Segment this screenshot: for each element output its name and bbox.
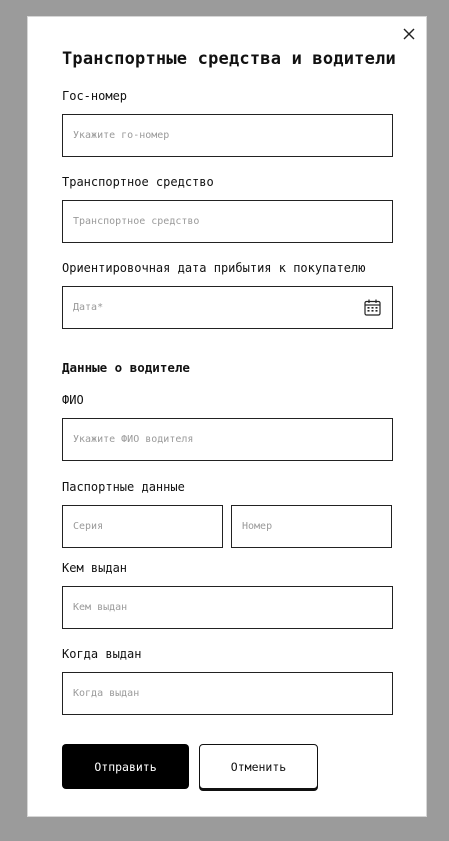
vehicle-label: Транспортное средство <box>62 175 214 189</box>
issued-date-field[interactable] <box>62 672 393 715</box>
passport-number-field[interactable] <box>231 505 392 548</box>
passport-number-input[interactable] <box>232 506 391 547</box>
driver-section-title: Данные о водителе <box>62 360 190 375</box>
issued-date-label: Когда выдан <box>62 647 142 661</box>
arrival-date-label: Ориентировочная дата прибытия к покупате… <box>62 261 366 275</box>
vehicle-input[interactable] <box>63 201 392 242</box>
vehicles-drivers-modal: Транспортные средства и водители Гос-ном… <box>27 16 427 817</box>
passport-series-input[interactable] <box>63 506 222 547</box>
passport-series-field[interactable] <box>62 505 223 548</box>
vehicle-field[interactable] <box>62 200 393 243</box>
issued-by-input[interactable] <box>63 587 392 628</box>
calendar-icon[interactable] <box>364 299 381 316</box>
issued-by-field[interactable] <box>62 586 393 629</box>
passport-label: Паспортные данные <box>62 480 185 494</box>
driver-name-label: ФИО <box>62 393 84 407</box>
driver-name-field[interactable] <box>62 418 393 461</box>
close-icon[interactable] <box>402 27 416 41</box>
arrival-date-field[interactable] <box>62 286 393 329</box>
plate-input[interactable] <box>63 115 392 156</box>
cancel-button[interactable]: Отменить <box>199 744 318 789</box>
modal-title: Транспортные средства и водители <box>62 49 396 69</box>
issued-by-label: Кем выдан <box>62 561 128 575</box>
arrival-date-input[interactable] <box>63 287 392 328</box>
plate-label: Гос-номер <box>62 89 128 103</box>
issued-date-input[interactable] <box>63 673 392 714</box>
plate-field[interactable] <box>62 114 393 157</box>
submit-button[interactable]: Отправить <box>62 744 189 789</box>
driver-name-input[interactable] <box>63 419 392 460</box>
